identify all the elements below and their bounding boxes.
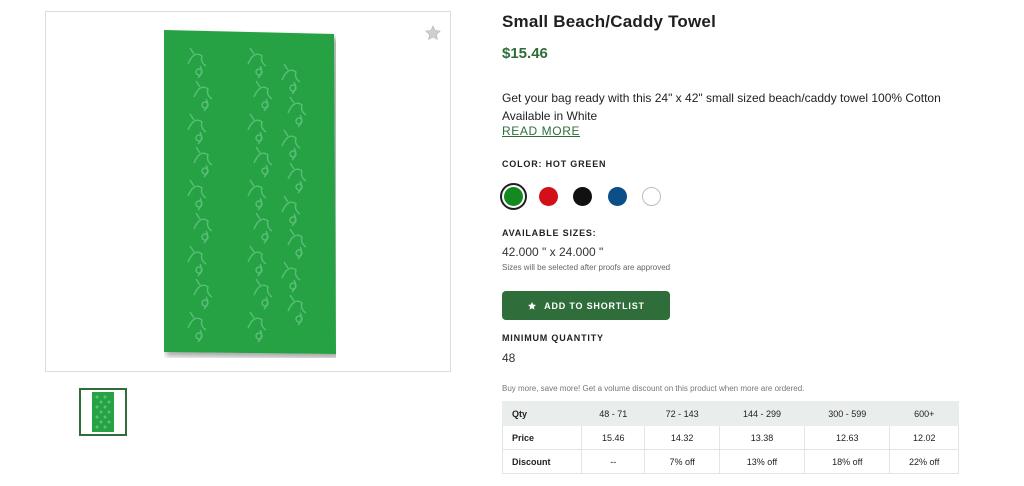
table-cell: -- [580,449,646,474]
swatch-red[interactable] [539,187,558,206]
minimum-quantity-label: MINIMUM QUANTITY [502,333,604,343]
add-to-shortlist-button[interactable]: ADD TO SHORTLIST [502,291,670,320]
table-header-cell: 72 - 143 [644,401,720,426]
pricing-table: Qty 48 - 71 72 - 143 144 - 299 300 - 599… [502,401,959,474]
table-cell: 14.32 [644,425,720,450]
minimum-quantity-value: 48 [502,351,516,365]
swatch-hot-green[interactable] [500,183,527,210]
table-cell: Price [502,425,582,450]
table-cell: 7% off [644,449,720,474]
sizes-note: Sizes will be selected after proofs are … [502,263,671,272]
table-header-row: Qty 48 - 71 72 - 143 144 - 299 300 - 599… [502,401,959,426]
table-cell: 22% off [889,449,959,474]
color-label: COLOR: HOT GREEN [502,159,607,169]
shortlist-label: ADD TO SHORTLIST [544,300,645,311]
description-line: Get your bag ready with this 24" x 42" s… [502,91,941,105]
star-icon [528,301,537,310]
product-main-image[interactable] [45,11,451,372]
towel-thumbnail-icon [92,392,114,432]
table-header-cell: 48 - 71 [580,401,646,426]
sizes-label: AVAILABLE SIZES: [502,228,597,238]
table-row: Discount -- 7% off 13% off 18% off 22% o… [502,449,959,474]
table-cell: 12.02 [889,425,959,450]
product-description: Get your bag ready with this 24" x 42" s… [502,89,962,125]
table-cell: 18% off [804,449,891,474]
product-title: Small Beach/Caddy Towel [502,12,717,31]
table-cell: 12.63 [804,425,891,450]
swatch-white[interactable] [642,187,661,206]
table-header-cell: Qty [502,401,582,426]
read-more-link[interactable]: READ MORE [502,124,580,138]
table-cell: 13.38 [718,425,806,450]
table-header-cell: 144 - 299 [718,401,806,426]
table-cell: Discount [502,449,582,474]
table-header-cell: 300 - 599 [804,401,891,426]
table-row: Price 15.46 14.32 13.38 12.63 12.02 [502,425,959,450]
swatch-black[interactable] [573,187,592,206]
table-cell: 15.46 [580,425,646,450]
description-line: Available in White [502,109,598,123]
table-cell: 13% off [718,449,806,474]
table-header-cell: 600+ [889,401,959,426]
sizes-value: 42.000 " x 24.000 " [502,245,604,259]
towel-image [164,30,336,354]
product-thumbnail[interactable] [79,388,127,436]
star-icon[interactable] [424,24,442,42]
product-price: $15.46 [502,45,548,62]
volume-discount-note: Buy more, save more! Get a volume discou… [502,384,805,393]
swatch-navy[interactable] [608,187,627,206]
